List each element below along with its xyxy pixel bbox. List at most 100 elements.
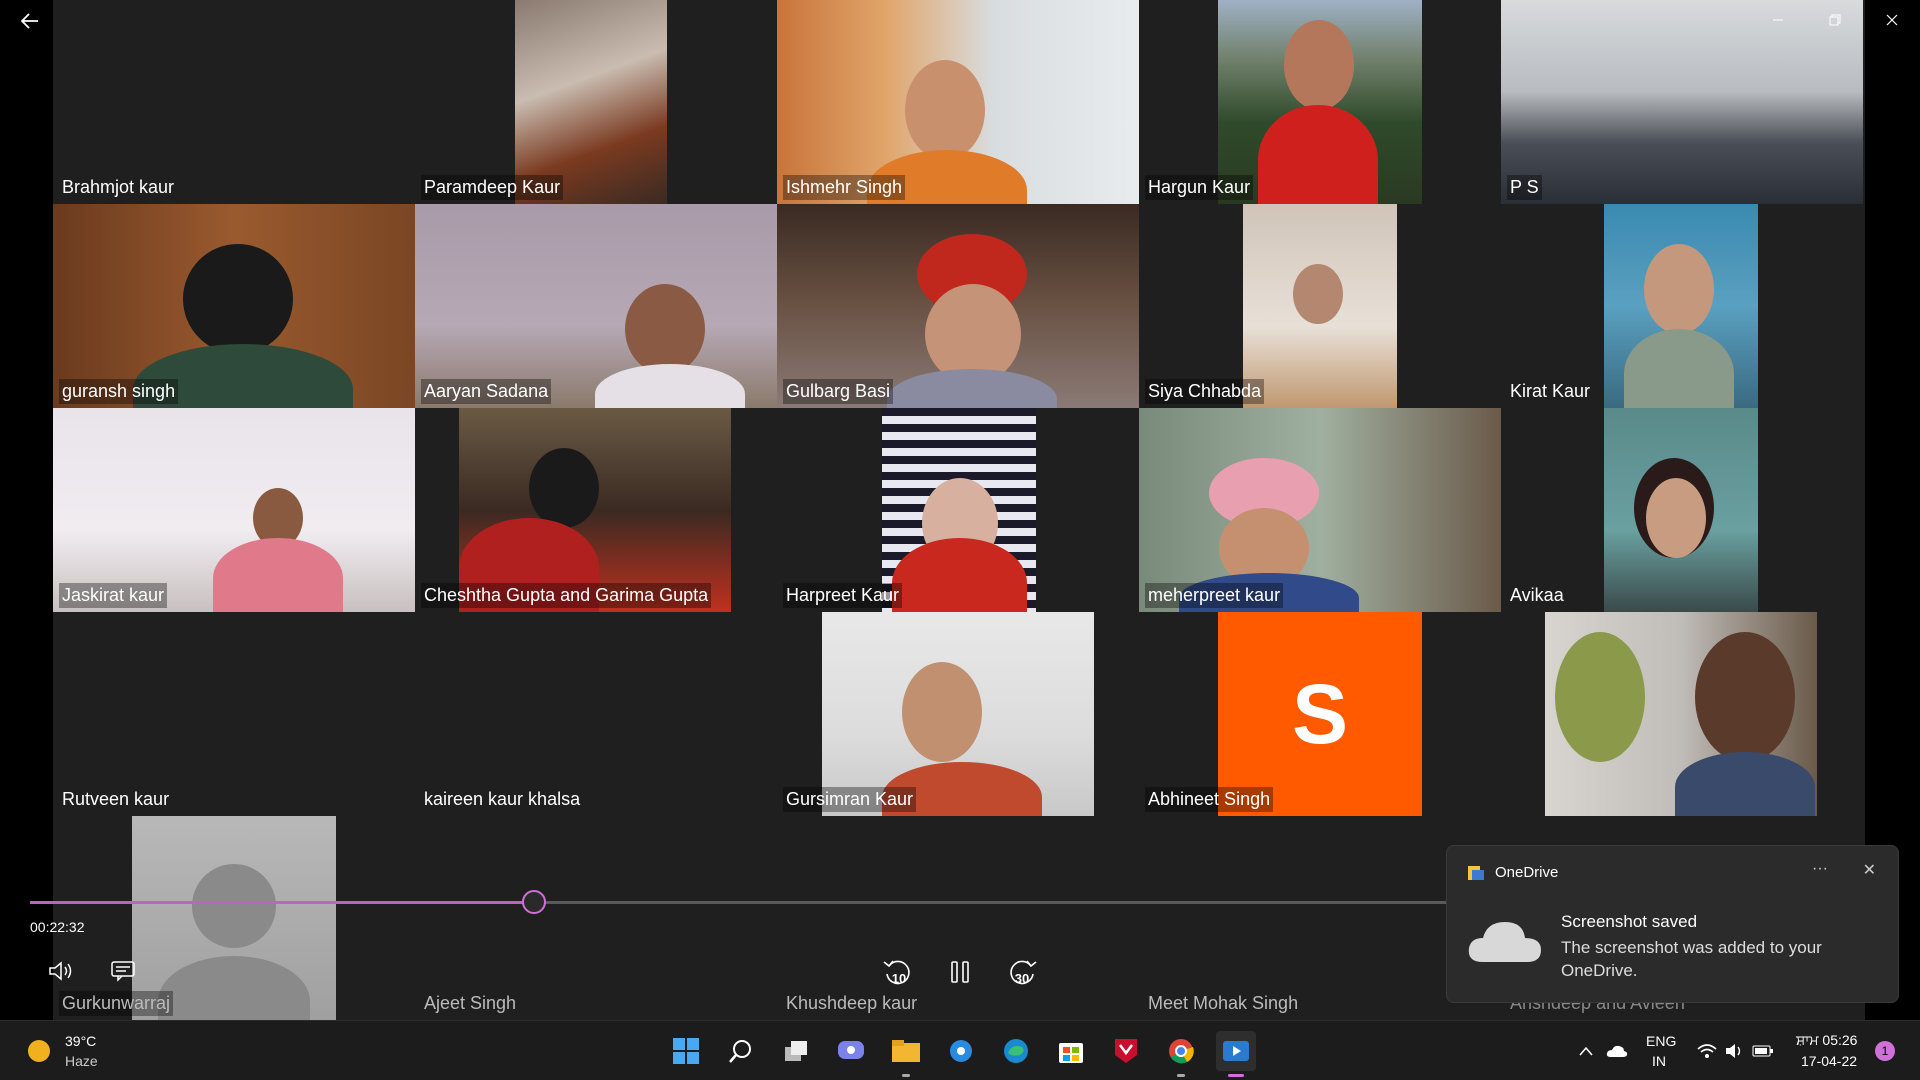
participant-tile: Siya Chhabda — [1139, 204, 1501, 408]
participant-tile: Ishmehr Singh — [777, 0, 1139, 204]
participant-tile: Aaryan Sadana — [415, 204, 777, 408]
participant-tile: Hargun Kaur — [1139, 0, 1501, 204]
participant-tile — [1501, 612, 1863, 816]
chrome-icon[interactable] — [1161, 1031, 1201, 1077]
participant-tile: guransh singh — [53, 204, 415, 408]
onedrive-notification[interactable]: OneDrive ··· ✕ Screenshot saved The scre… — [1446, 845, 1899, 1003]
seek-bar[interactable] — [30, 890, 1450, 914]
participant-name: Hargun Kaur — [1145, 175, 1254, 200]
participant-video — [777, 0, 1139, 204]
participant-name: kaireen kaur khalsa — [424, 789, 581, 809]
input-language[interactable]: ENG — [1646, 1033, 1676, 1049]
participant-name: Harpreet Kaur — [783, 583, 903, 608]
wifi-icon[interactable] — [1694, 1031, 1720, 1071]
back-arrow-icon[interactable] — [12, 6, 48, 36]
battery-icon[interactable] — [1750, 1031, 1776, 1071]
media-player-window: Brahmjot kaur Paramdeep Kaur Ishmehr Sin… — [0, 0, 1920, 1080]
notification-close-icon[interactable]: ✕ — [1863, 860, 1876, 880]
minimize-icon[interactable] — [1749, 0, 1806, 40]
notification-body: The screenshot was added to your OneDriv… — [1561, 938, 1822, 980]
participant-name: Cheshtha Gupta and Garima Gupta — [421, 583, 712, 608]
settings-icon[interactable] — [941, 1031, 981, 1071]
participant-video — [53, 408, 415, 612]
participant-name: Meet Mohak Singh — [1148, 993, 1299, 1013]
participant-video — [415, 204, 777, 408]
weather-desc[interactable]: Haze — [65, 1053, 98, 1069]
participant-name: Rutveen kaur — [62, 789, 170, 809]
participant-tile: Avikaa — [1501, 408, 1863, 612]
participant-name: Jaskirat kaur — [59, 583, 168, 608]
participant-name: Siya Chhabda — [1145, 379, 1265, 404]
notification-badge[interactable]: 1 — [1875, 1041, 1895, 1061]
participant-tile: Harpreet Kaur — [777, 408, 1139, 612]
participant-tile: Gurkunwarraj — [53, 816, 415, 1020]
restore-icon[interactable] — [1806, 0, 1863, 40]
onedrive-app-icon — [1467, 864, 1485, 882]
show-hidden-icons-chevron[interactable] — [1572, 1031, 1600, 1071]
participant-name: guransh singh — [59, 379, 179, 404]
participant-video — [882, 408, 1036, 612]
notification-title: Screenshot saved — [1561, 912, 1698, 931]
participant-video — [459, 408, 731, 612]
avatar: S — [1218, 612, 1422, 816]
participant-video — [777, 204, 1139, 408]
seek-bar-thumb[interactable] — [522, 890, 547, 914]
edge-icon[interactable] — [996, 1031, 1036, 1071]
rewind-seconds: 10 — [891, 970, 907, 986]
forward-30-button[interactable]: 30 — [1004, 954, 1042, 990]
clock-time[interactable]: ਸ਼ਾਮ 05:26 — [1796, 1032, 1857, 1049]
participant-video — [1604, 204, 1758, 408]
participant-tile: Gulbarg Basi — [777, 204, 1139, 408]
current-time: 00:22:32 — [30, 919, 85, 935]
avatar-letter: S — [1291, 666, 1349, 761]
participant-tile: S Abhineet Singh — [1139, 612, 1501, 816]
participant-name: Brahmjot kaur — [62, 177, 175, 197]
rewind-10-button[interactable]: 10 — [878, 954, 916, 990]
forward-seconds: 30 — [1014, 970, 1030, 986]
speaker-icon[interactable] — [1722, 1031, 1748, 1071]
input-region[interactable]: IN — [1652, 1053, 1666, 1069]
mcafee-icon[interactable] — [1106, 1031, 1146, 1071]
participant-name: meherpreet kaur — [1145, 583, 1284, 608]
participant-name: Avikaa — [1510, 585, 1564, 605]
media-player-icon[interactable] — [1216, 1031, 1256, 1077]
weather-temp[interactable]: 39°C — [65, 1033, 96, 1049]
participant-name: Gurkunwarraj — [59, 991, 174, 1016]
file-explorer-icon[interactable] — [886, 1031, 926, 1077]
participant-video — [1139, 408, 1501, 612]
participant-name: Aaryan Sadana — [421, 379, 552, 404]
weather-sun-icon[interactable] — [28, 1040, 50, 1062]
pause-button[interactable] — [941, 954, 979, 990]
participant-tile: Paramdeep Kaur — [415, 0, 777, 204]
participant-name: Abhineet Singh — [1145, 787, 1274, 812]
participant-video — [1604, 408, 1758, 612]
volume-icon[interactable] — [44, 956, 78, 986]
participant-tile: Jaskirat kaur — [53, 408, 415, 612]
participant-tile: Cheshtha Gupta and Garima Gupta — [415, 408, 777, 612]
close-icon[interactable] — [1863, 0, 1920, 40]
search-icon[interactable] — [721, 1031, 761, 1071]
store-icon[interactable] — [1051, 1031, 1091, 1071]
task-view-icon[interactable] — [776, 1031, 816, 1071]
participant-video — [822, 612, 1094, 816]
participant-name: Kirat Kaur — [1510, 381, 1591, 401]
participant-name: Ajeet Singh — [424, 993, 517, 1013]
seek-bar-progress — [30, 901, 535, 904]
onedrive-tray-icon[interactable] — [1602, 1031, 1632, 1071]
clock-date[interactable]: 17-04-22 — [1801, 1053, 1857, 1069]
notification-app-name: OneDrive — [1495, 864, 1559, 881]
participant-name: P S — [1507, 175, 1542, 200]
participant-name: Gulbarg Basi — [783, 379, 894, 404]
start-icon[interactable] — [666, 1031, 706, 1071]
avatar — [132, 816, 336, 1020]
more-options-icon[interactable]: ··· — [1812, 860, 1828, 878]
chat-icon[interactable] — [831, 1031, 871, 1071]
participant-tile: meherpreet kaur — [1139, 408, 1501, 612]
participant-video — [53, 204, 415, 408]
participant-tile: Rutveen kaur — [53, 612, 415, 816]
participant-tile: Brahmjot kaur — [53, 0, 415, 204]
captions-icon[interactable] — [106, 956, 140, 986]
participant-name: Khushdeep kaur — [786, 993, 918, 1013]
participant-tile: kaireen kaur khalsa — [415, 612, 777, 816]
participant-name: Ishmehr Singh — [783, 175, 906, 200]
